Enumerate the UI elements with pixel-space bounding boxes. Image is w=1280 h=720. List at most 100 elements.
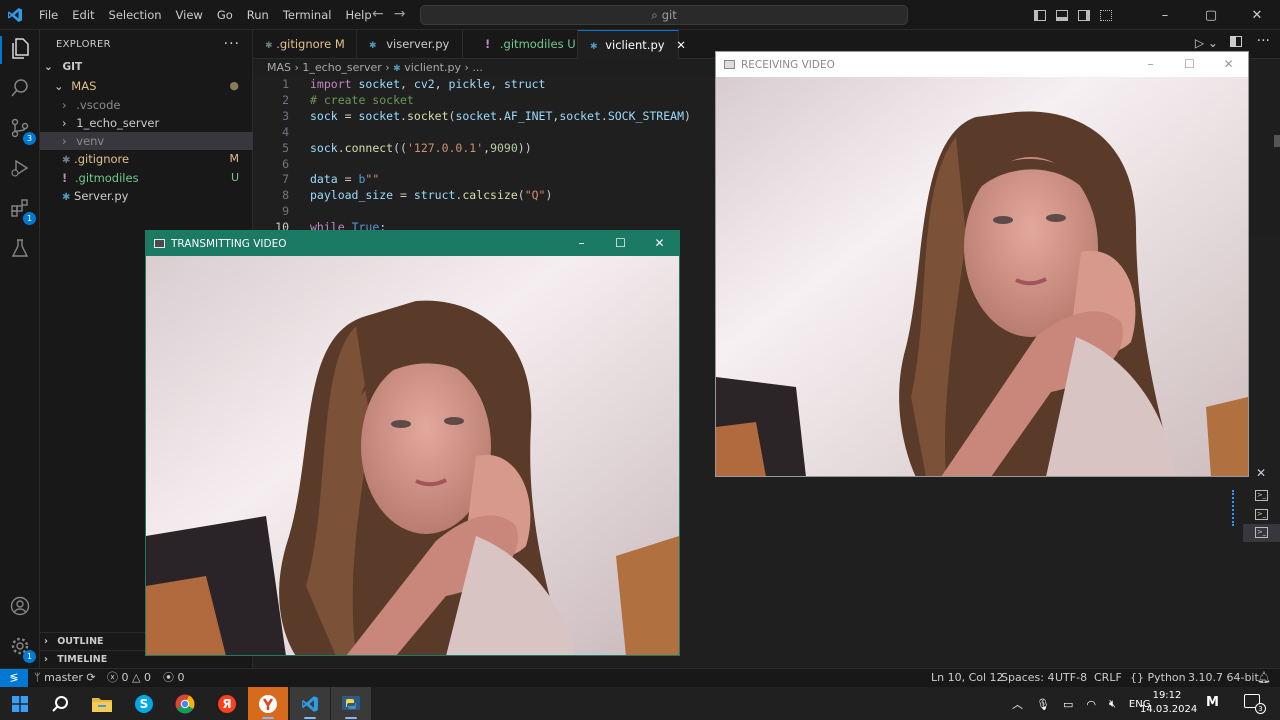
manage-gear-icon[interactable]: 1: [8, 636, 36, 663]
breadcrumb-item[interactable]: 1_echo_server: [302, 61, 381, 74]
menu-run[interactable]: Run: [240, 0, 276, 30]
wifi-icon[interactable]: ◠: [1086, 698, 1096, 711]
notification-center-icon[interactable]: 3: [1244, 694, 1266, 714]
file-explorer-icon[interactable]: [82, 687, 122, 720]
breadcrumb-item[interactable]: MAS: [267, 61, 291, 74]
encoding[interactable]: UTF-8: [1055, 669, 1087, 687]
breadcrumb-item[interactable]: viclient.py: [404, 61, 461, 74]
notification-count: 3: [1255, 703, 1266, 714]
minimize-icon[interactable]: –: [1131, 52, 1170, 77]
more-actions-icon[interactable]: ···: [224, 36, 240, 52]
customize-layout-icon[interactable]: [1100, 9, 1112, 21]
tab-viserver[interactable]: ✱ viserver.py: [357, 30, 463, 59]
tree-item-gitmodiles[interactable]: ! .gitmodiles U: [40, 169, 253, 187]
windows-start-icon[interactable]: [0, 687, 40, 720]
minimize-icon[interactable]: –: [562, 231, 601, 256]
forward-arrow-icon[interactable]: →: [394, 6, 406, 22]
microphone-icon[interactable]: 🎙︎: [1036, 698, 1050, 711]
menu-terminal[interactable]: Terminal: [276, 0, 339, 30]
taskbar-search-icon[interactable]: [40, 687, 80, 720]
explorer-header: EXPLORER ···: [40, 30, 252, 58]
menu-go[interactable]: Go: [210, 0, 240, 30]
language-mode[interactable]: {} Python: [1130, 669, 1186, 687]
notifications-bell-icon[interactable]: 🔔︎: [1257, 669, 1271, 687]
tree-item-1-echo-server[interactable]: › 1_echo_server: [40, 114, 253, 132]
search-icon[interactable]: [8, 78, 32, 102]
minimize-icon[interactable]: –: [1142, 8, 1188, 23]
folder-mas[interactable]: ⌄ MAS ●: [40, 77, 253, 95]
skype-icon[interactable]: S: [124, 687, 164, 720]
source-control-icon[interactable]: 3: [8, 118, 36, 145]
terminal-list: >_ >_ >_: [1232, 486, 1280, 544]
history-nav: ← →: [372, 6, 405, 22]
python-taskbar-icon[interactable]: [331, 687, 371, 720]
problems-status[interactable]: ⓧ 0 △ 0: [107, 669, 151, 687]
clock[interactable]: 19:12 14.03.2024: [1140, 689, 1197, 717]
breadcrumb-item[interactable]: ...: [472, 61, 483, 74]
receiving-video-window[interactable]: RECEIVING VIDEO – ☐ ✕: [715, 51, 1249, 477]
terminal-item-active[interactable]: >_: [1243, 524, 1280, 542]
folder-label: MAS: [71, 79, 97, 93]
tree-item-server-py[interactable]: ✱ Server.py: [40, 187, 253, 205]
workspace-section[interactable]: ⌄ GIT: [40, 58, 253, 76]
yandex-browser-icon[interactable]: [248, 687, 288, 720]
branch-status[interactable]: ᛘ master ⟳: [34, 669, 96, 687]
code-line: data = b"": [310, 172, 380, 186]
scrollbar-thumb[interactable]: [1274, 135, 1280, 147]
split-editor-icon[interactable]: [1230, 36, 1242, 47]
toggle-primary-sidebar-icon[interactable]: [1034, 9, 1046, 21]
back-arrow-icon[interactable]: ←: [372, 6, 384, 22]
close-icon[interactable]: ✕: [1234, 8, 1280, 23]
toggle-panel-icon[interactable]: [1056, 9, 1068, 21]
close-icon[interactable]: ✕: [640, 231, 679, 256]
close-tab-icon[interactable]: ✕: [676, 38, 686, 52]
ports-status[interactable]: ⦿ 0: [163, 669, 185, 687]
exclamation-file-icon: !: [62, 171, 68, 185]
chrome-icon[interactable]: [165, 687, 205, 720]
volume-muted-icon[interactable]: 🔇︎: [1109, 697, 1116, 711]
menu-view[interactable]: View: [169, 0, 210, 30]
code-editor[interactable]: 1 2 3 4 5 6 7 8 9 10 import socket, cv2,…: [253, 76, 715, 236]
tree-item-venv[interactable]: › venv: [40, 132, 253, 150]
remote-indicator-icon[interactable]: ≶: [0, 669, 28, 688]
battery-icon[interactable]: ▭: [1063, 698, 1073, 711]
close-panel-icon[interactable]: ✕: [1256, 466, 1266, 480]
account-icon[interactable]: [8, 596, 32, 620]
maximize-icon[interactable]: ☐: [601, 231, 640, 256]
close-icon[interactable]: ✕: [1209, 52, 1248, 77]
receive-title: RECEIVING VIDEO: [741, 58, 835, 71]
python-interpreter[interactable]: 3.10.7 64-bit: [1188, 669, 1259, 687]
indentation[interactable]: Spaces: 4: [1001, 669, 1054, 687]
transmit-titlebar[interactable]: TRANSMITTING VIDEO – ☐ ✕: [146, 231, 679, 256]
extensions-icon[interactable]: 1: [8, 198, 36, 225]
receive-titlebar[interactable]: RECEIVING VIDEO – ☐ ✕: [716, 52, 1248, 77]
terminal-icon[interactable]: >_: [1255, 490, 1268, 501]
explorer-files-icon[interactable]: [8, 38, 32, 62]
tree-item-gitignore[interactable]: ✱ .gitignore M: [40, 150, 253, 168]
yandex-icon[interactable]: Я: [207, 687, 247, 720]
tray-chevron-up-icon[interactable]: ︿: [1012, 696, 1023, 712]
transmit-title: TRANSMITTING VIDEO: [171, 237, 287, 250]
transmitting-video-window[interactable]: TRANSMITTING VIDEO – ☐ ✕: [145, 230, 680, 656]
menu-file[interactable]: File: [32, 0, 65, 30]
more-actions-icon[interactable]: ···: [1257, 33, 1270, 49]
meet-app-icon[interactable]: M: [1206, 695, 1219, 710]
command-center-search[interactable]: ⌕ git: [420, 5, 908, 25]
run-debug-icon[interactable]: [8, 158, 32, 182]
testing-flask-icon[interactable]: [8, 238, 32, 262]
maximize-icon[interactable]: ☐: [1170, 52, 1209, 77]
tab-gitmodiles[interactable]: ! .gitmodiles U: [463, 30, 578, 59]
maximize-icon[interactable]: ▢: [1188, 8, 1234, 23]
run-python-icon[interactable]: ▷ ⌄: [1195, 36, 1218, 50]
vscode-taskbar-icon[interactable]: [290, 687, 330, 720]
menu-selection[interactable]: Selection: [102, 0, 169, 30]
menu-edit[interactable]: Edit: [65, 0, 101, 30]
toggle-secondary-sidebar-icon[interactable]: [1078, 9, 1090, 21]
cursor-position[interactable]: Ln 10, Col 12: [931, 669, 1004, 687]
warning-count: 0: [143, 671, 151, 684]
terminal-icon[interactable]: >_: [1255, 509, 1268, 520]
tab-gitignore[interactable]: ✱ .gitignore M: [253, 30, 357, 59]
line-ending[interactable]: CRLF: [1094, 669, 1122, 687]
tree-item-vscode[interactable]: › .vscode: [40, 96, 253, 114]
tab-viclient[interactable]: ✱ viclient.py ✕: [578, 30, 686, 59]
